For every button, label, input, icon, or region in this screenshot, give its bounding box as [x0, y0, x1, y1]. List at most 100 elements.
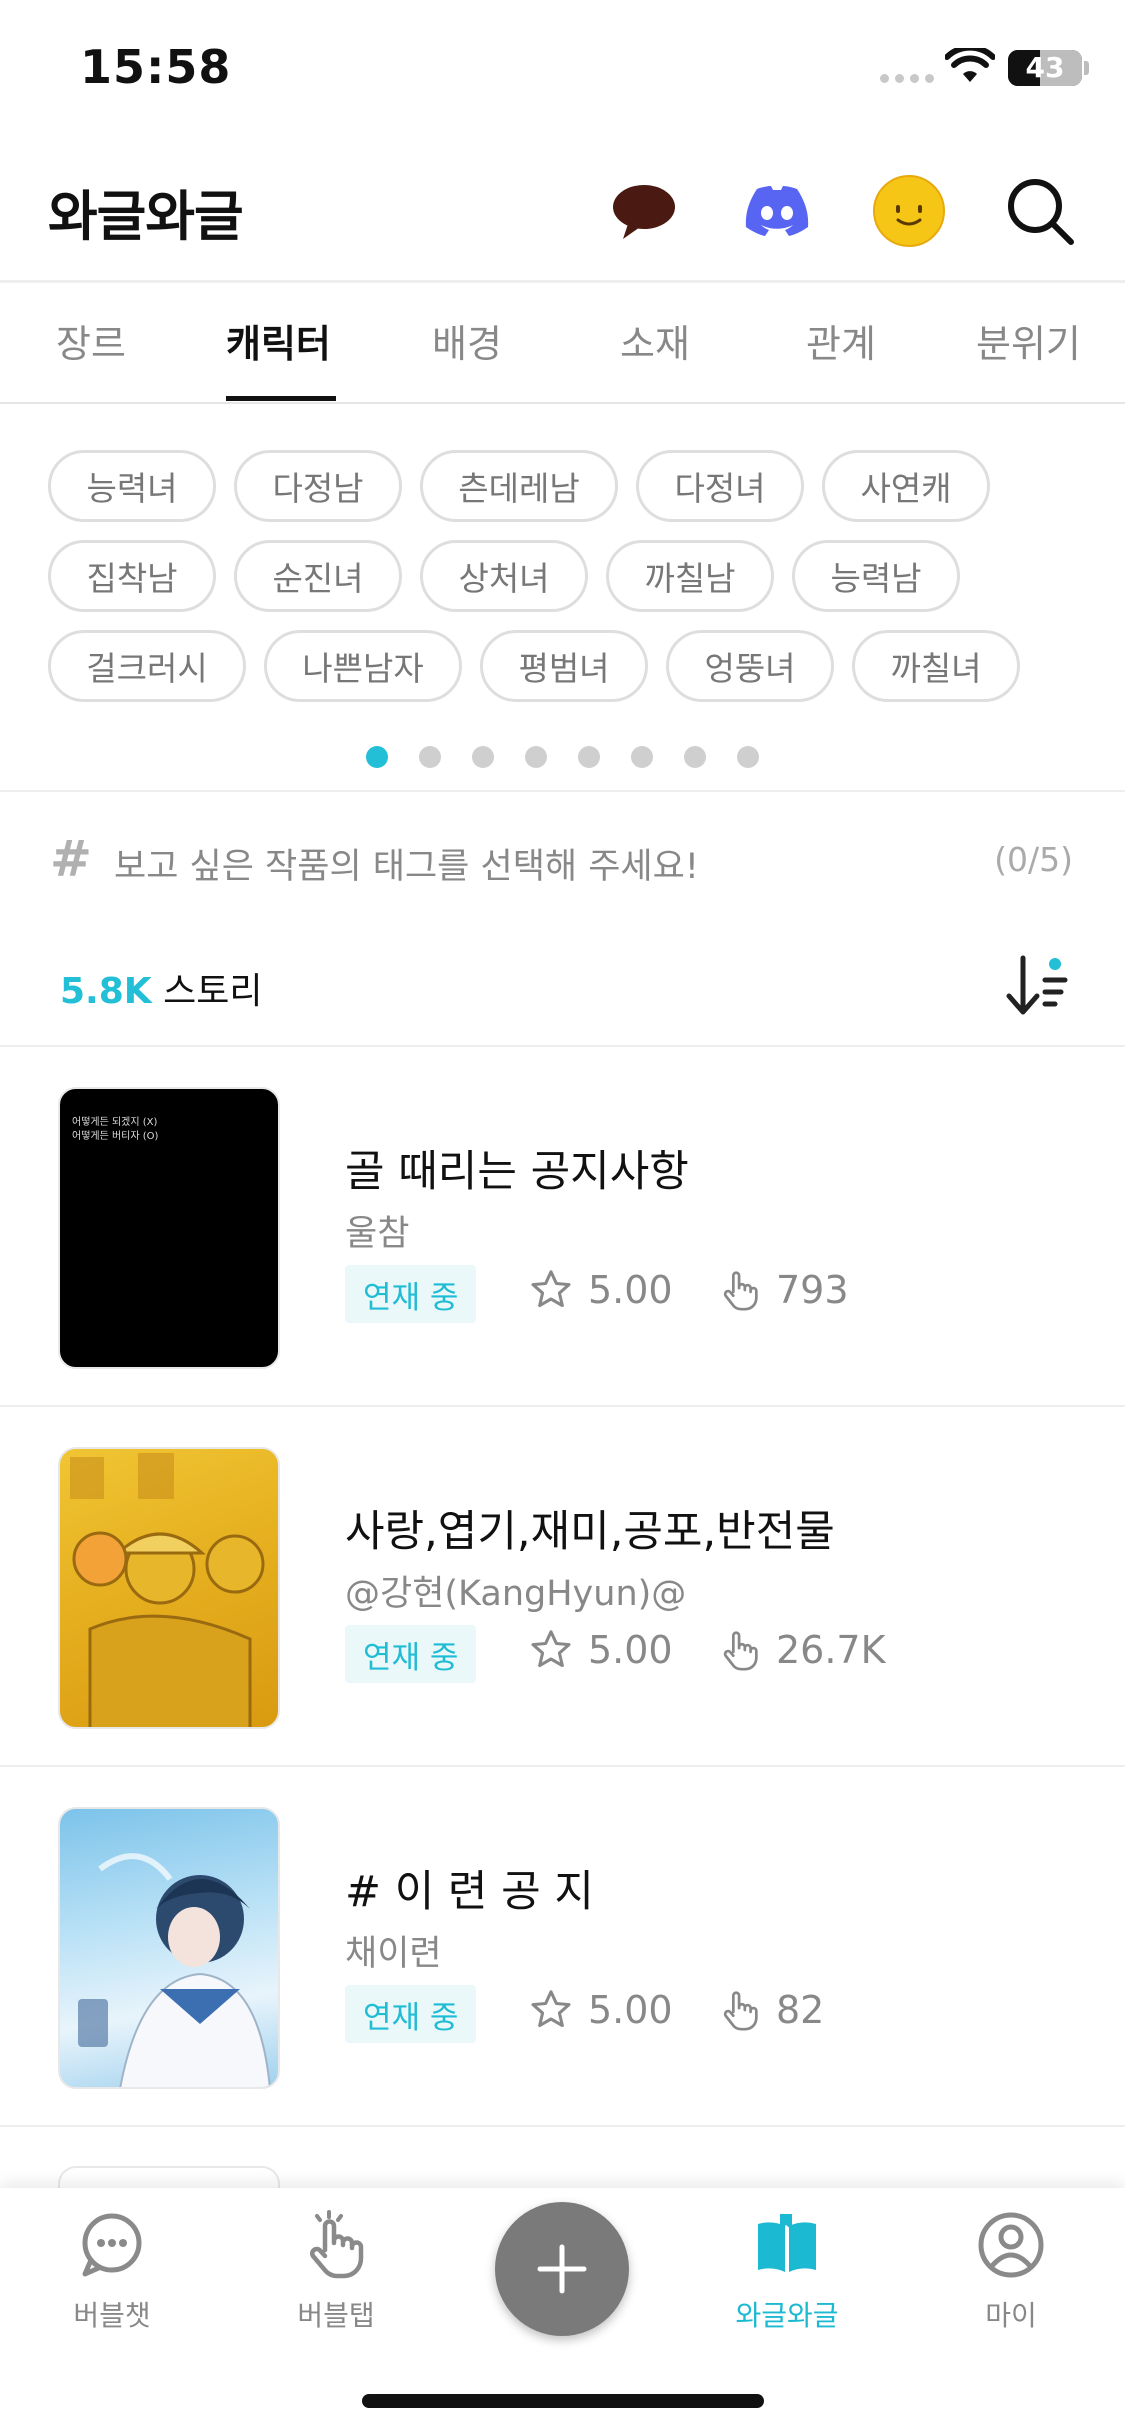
story-taps: 793 [718, 1267, 849, 1313]
rating-value: 5.00 [588, 1268, 673, 1312]
story-rating: 5.00 [528, 1267, 673, 1313]
signal-dots-icon [880, 74, 934, 83]
rating-value: 5.00 [588, 1988, 673, 2032]
tag-chip[interactable]: 까칠녀 [852, 630, 1020, 702]
page-dot[interactable] [472, 746, 494, 768]
story-count-label: 스토리 [163, 971, 263, 1012]
taps-value: 82 [776, 1988, 825, 2032]
nav-my[interactable]: 마이 [931, 2210, 1091, 2334]
plus-icon [537, 2244, 587, 2294]
tap-hand-icon [723, 1271, 758, 1311]
discord-icon[interactable] [736, 170, 818, 252]
category-tabs: 장르 캐릭터 배경 소재 관계 분위기 [0, 283, 1125, 403]
tabs-divider [0, 402, 1125, 404]
open-book-icon [758, 2214, 816, 2272]
tag-chip[interactable]: 다정녀 [636, 450, 804, 522]
page-dot[interactable] [366, 746, 388, 768]
tab-character[interactable]: 캐릭터 [226, 313, 331, 368]
tag-chip[interactable]: 까칠남 [606, 540, 774, 612]
tag-selected-count: (0/5) [994, 840, 1073, 879]
story-card[interactable]: # 이 련 공 지 채이련 연재 중 5.00 82 [0, 1767, 1125, 2127]
page-dot[interactable] [419, 746, 441, 768]
status-badge: 연재 중 [345, 1985, 477, 2043]
sort-icon[interactable] [1003, 950, 1073, 1020]
search-icon[interactable] [999, 170, 1081, 252]
nav-label: 버블챗 [73, 2299, 151, 2332]
story-title: # 이 련 공 지 [345, 1867, 594, 1917]
story-author: 울참 [345, 1214, 410, 1254]
story-count-number: 5.8K [60, 971, 152, 1012]
create-button[interactable] [495, 2202, 629, 2336]
tag-chip[interactable]: 평범녀 [480, 630, 648, 702]
nav-waglewagle[interactable]: 와글와글 [707, 2210, 867, 2334]
story-taps: 82 [718, 1987, 824, 2033]
nav-label: 버블탭 [297, 2299, 375, 2332]
story-count: 5.8K 스토리 [60, 962, 263, 1014]
app-header: 와글와글 [0, 150, 1125, 280]
tag-chip[interactable]: 능력남 [792, 540, 960, 612]
battery-nub [1084, 61, 1089, 75]
chat-bubble-icon [82, 2213, 142, 2277]
page-title: 와글와글 [48, 185, 244, 248]
tag-chip[interactable]: 츤데레남 [420, 450, 618, 522]
page-dot[interactable] [525, 746, 547, 768]
tag-chip[interactable]: 상처녀 [420, 540, 588, 612]
tab-background[interactable]: 배경 [432, 313, 502, 368]
tap-hand-icon [723, 1991, 758, 2031]
status-time: 15:58 [80, 40, 232, 94]
story-taps: 26.7K [718, 1627, 886, 1673]
nav-bubble-tap[interactable]: 버블탭 [256, 2210, 416, 2334]
tag-chip[interactable]: 엉뚱녀 [666, 630, 834, 702]
page-dot[interactable] [737, 746, 759, 768]
nav-label: 와글와글 [735, 2299, 839, 2332]
star-icon [531, 1990, 571, 2028]
tag-prompt-text: 보고 싶은 작품의 태그를 선택해 주세요! [114, 847, 699, 887]
speech-bubble-icon[interactable] [603, 170, 685, 252]
tag-chip[interactable]: 사연캐 [822, 450, 990, 522]
tag-prompt: # 보고 싶은 작품의 태그를 선택해 주세요! (0/5) [0, 830, 1125, 890]
page-indicator [366, 746, 759, 768]
tag-chip[interactable]: 나쁜남자 [264, 630, 462, 702]
active-tab-indicator [226, 396, 336, 401]
tag-chip[interactable]: 순진녀 [234, 540, 402, 612]
page-dot[interactable] [631, 746, 653, 768]
taps-value: 793 [776, 1268, 849, 1312]
battery-level: 43 [1025, 51, 1065, 84]
page-dot[interactable] [684, 746, 706, 768]
story-author: 채이련 [345, 1934, 442, 1974]
thumbnail-caption: 어떻게든 되겠지 (X) [72, 1117, 158, 1128]
home-indicator [362, 2394, 764, 2408]
tab-relationship[interactable]: 관계 [806, 313, 876, 368]
story-thumbnail [58, 1807, 280, 2089]
story-title: 사랑,엽기,재미,공포,반전물 [345, 1507, 835, 1557]
tab-genre[interactable]: 장르 [56, 313, 126, 368]
page-dot[interactable] [578, 746, 600, 768]
nav-bubble-chat[interactable]: 버블챗 [32, 2210, 192, 2334]
story-thumbnail: 어떻게든 되겠지 (X) 어떻게든 버티자 (O) [58, 1087, 280, 1369]
story-card[interactable]: 어떻게든 되겠지 (X) 어떻게든 버티자 (O) 골 때리는 공지사항 울참 … [0, 1047, 1125, 1407]
tag-chip[interactable]: 능력녀 [48, 450, 216, 522]
story-rating: 5.00 [528, 1987, 673, 2033]
tab-material[interactable]: 소재 [620, 313, 690, 368]
wifi-icon [945, 48, 995, 82]
tap-hand-icon [310, 2210, 364, 2279]
status-badge: 연재 중 [345, 1625, 477, 1683]
status-badge: 연재 중 [345, 1265, 477, 1323]
status-bar: 15:58 43 [0, 0, 1125, 140]
rating-value: 5.00 [588, 1628, 673, 1672]
tag-chip[interactable]: 다정남 [234, 450, 402, 522]
tag-chip[interactable]: 걸크러시 [48, 630, 246, 702]
taps-value: 26.7K [776, 1628, 886, 1672]
hashtag-icon: # [50, 830, 92, 888]
battery-icon: 43 [1008, 50, 1082, 86]
tab-mood[interactable]: 분위기 [976, 313, 1081, 368]
tag-chip[interactable]: 집착남 [48, 540, 216, 612]
list-divider [0, 2125, 1125, 2127]
story-title: 골 때리는 공지사항 [345, 1147, 689, 1197]
smiley-face-icon[interactable] [868, 170, 950, 252]
story-author: @강현(KangHyun)@ [345, 1574, 687, 1614]
profile-icon [978, 2212, 1044, 2278]
thumbnail-caption: 어떻게든 버티자 (O) [72, 1131, 159, 1142]
story-card[interactable]: 사랑,엽기,재미,공포,반전물 @강현(KangHyun)@ 연재 중 5.00… [0, 1407, 1125, 1767]
story-rating: 5.00 [528, 1627, 673, 1673]
